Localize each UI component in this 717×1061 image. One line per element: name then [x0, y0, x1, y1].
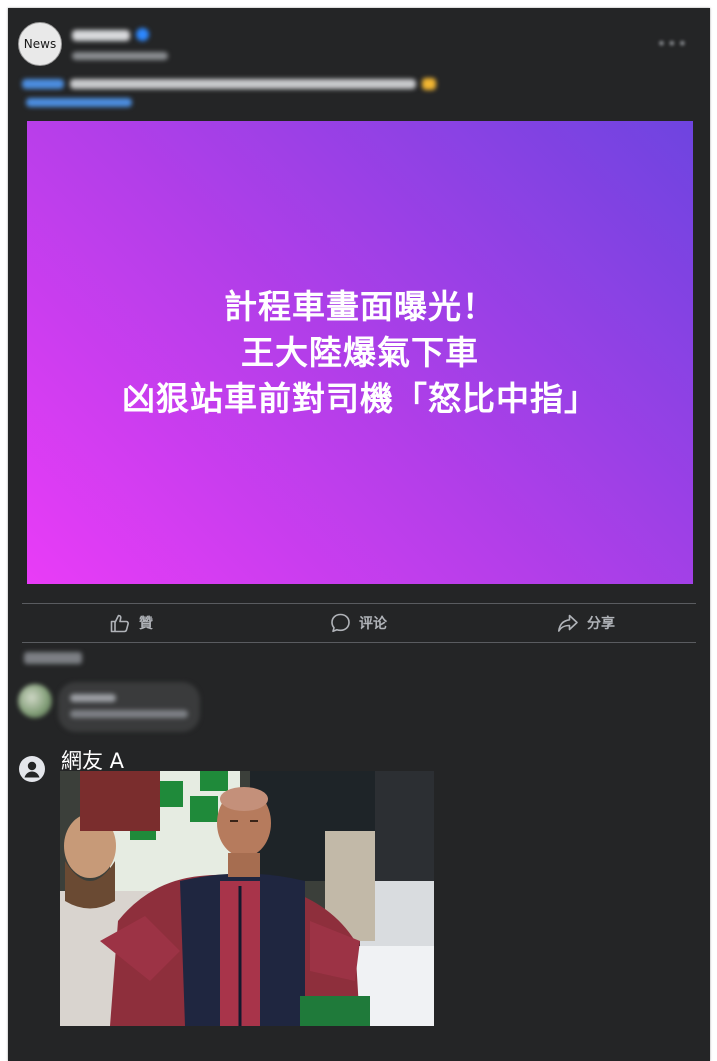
post-card: News ••• 計程車畫面曝光！ 王大陸爆氣下車 凶狠站車前對司機「怒比中指」…: [8, 8, 710, 1061]
comment-sort-dropdown[interactable]: [24, 652, 82, 664]
blurred-caption: [70, 79, 416, 89]
actions-top-divider: [22, 603, 696, 604]
thumbs-up-icon: [110, 613, 131, 633]
like-button[interactable]: 贊: [110, 612, 153, 634]
like-label: 贊: [139, 616, 153, 632]
blurred-comment-bubble: [58, 682, 200, 732]
share-arrow-icon: [557, 613, 579, 633]
page: News ••• 計程車畫面曝光！ 王大陸爆氣下車 凶狠站車前對司機「怒比中指」…: [0, 0, 717, 1061]
headline-line-3: 凶狠站車前對司機「怒比中指」: [122, 378, 598, 418]
actions-bottom-divider: [22, 642, 696, 643]
blurred-page-name[interactable]: [72, 30, 130, 41]
comment-label: 评论: [359, 616, 387, 632]
blurred-link[interactable]: [26, 98, 132, 107]
share-label: 分享: [587, 616, 615, 632]
headline-line-2: 王大陸爆氣下車: [241, 332, 479, 372]
post-image[interactable]: 計程車畫面曝光！ 王大陸爆氣下車 凶狠站車前對司機「怒比中指」: [27, 121, 693, 584]
more-options-icon[interactable]: •••: [657, 34, 688, 53]
headline-line-1: 計程車畫面曝光！: [224, 286, 496, 326]
blurred-timestamp[interactable]: [72, 52, 168, 60]
page-avatar[interactable]: News: [18, 22, 62, 66]
comment-bubble-icon: [330, 613, 351, 633]
user-circle-icon[interactable]: [19, 756, 45, 782]
blurred-comment-author[interactable]: [70, 694, 116, 702]
blurred-commenter-avatar[interactable]: [18, 684, 52, 718]
reaction-photo[interactable]: [60, 771, 434, 1026]
emoji-icon: [422, 78, 436, 90]
blurred-comment-text: [70, 710, 188, 718]
blurred-hashtag[interactable]: [22, 79, 64, 89]
share-button[interactable]: 分享: [557, 612, 615, 634]
comment-button[interactable]: 评论: [330, 612, 387, 634]
avatar-label: News: [23, 37, 57, 51]
verified-badge-icon: [136, 28, 149, 41]
